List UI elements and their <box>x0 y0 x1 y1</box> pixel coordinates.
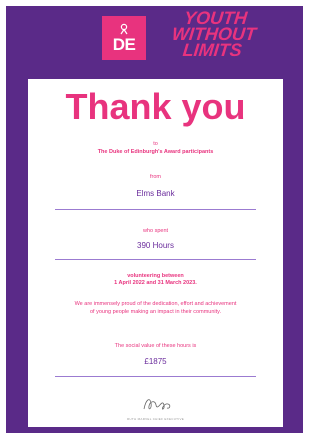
social-value-label: The social value of these hours is <box>114 343 197 349</box>
certificate-frame: DE YOUTH WITHOUT LIMITS Thank you to The… <box>6 6 303 433</box>
slogan-line-3: LIMITS <box>181 40 243 60</box>
from-label: from <box>150 174 161 180</box>
to-label: to <box>153 141 158 147</box>
logo-text: DE <box>112 35 136 54</box>
recipient: The Duke of Edinburgh's Award participan… <box>97 149 214 155</box>
volunteering-line-2: 1 April 2022 and 31 March 2023. <box>114 280 197 286</box>
volunteering-line-1: volunteering between <box>127 273 184 279</box>
social-value: £1875 <box>144 357 167 366</box>
organisation-name: Elms Bank <box>136 189 175 198</box>
hours-value: 390 Hours <box>137 241 174 250</box>
dofe-logo: DE <box>102 16 146 60</box>
message-line-1: We are immensely proud of the dedication… <box>74 301 237 307</box>
signatory-caption: RUTH MARVEL CHIEF EXECUTIVE <box>126 417 185 421</box>
certificate-card: Thank you to The Duke of Edinburgh's Awa… <box>28 79 283 427</box>
certificate-title: Thank you <box>65 86 246 127</box>
who-spent-label: who spent <box>142 228 169 234</box>
organisation-rule <box>55 209 256 210</box>
header-banner: DE YOUTH WITHOUT LIMITS <box>6 6 303 74</box>
hours-rule <box>55 259 256 260</box>
slogan: YOUTH WITHOUT LIMITS <box>163 8 264 60</box>
signature-image <box>143 399 171 410</box>
social-value-rule <box>55 376 256 377</box>
dofe-emblem-icon <box>120 23 128 35</box>
message-line-2: of young people making an impact in thei… <box>89 309 222 315</box>
